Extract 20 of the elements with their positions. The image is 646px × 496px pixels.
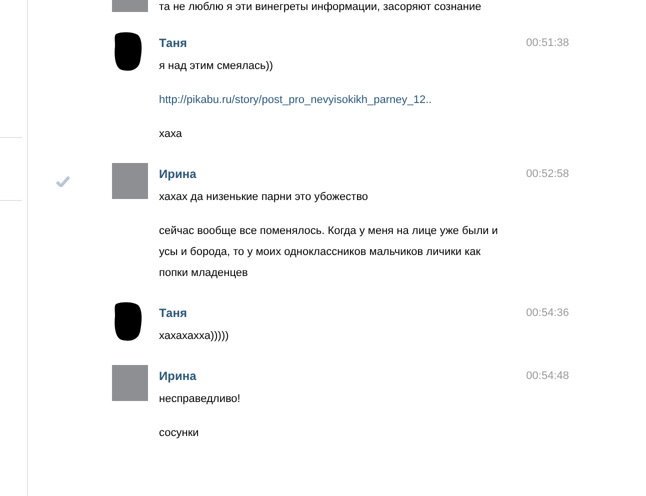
message-text: хахах да низенькие парни это убожество bbox=[159, 190, 370, 205]
message-time: 00:54:48 bbox=[526, 370, 569, 382]
message-time: 00:54:36 bbox=[526, 306, 569, 318]
message-text: сосунки bbox=[159, 426, 200, 441]
message-text: хахахахха))))) bbox=[159, 329, 230, 344]
author-name[interactable]: Ирина bbox=[159, 368, 196, 382]
avatar-photo bbox=[112, 365, 148, 401]
message-time: 00:52:58 bbox=[526, 168, 569, 180]
message-text: я над этим смеялась)) bbox=[159, 59, 274, 74]
message-text: несправедливо! bbox=[159, 392, 242, 407]
message-time: 00:51:38 bbox=[526, 36, 569, 48]
author-name[interactable]: Ирина bbox=[159, 166, 196, 180]
message-text: хаха bbox=[159, 127, 183, 142]
avatar-photo bbox=[112, 163, 148, 199]
checkmark-icon[interactable] bbox=[56, 176, 70, 186]
message-text: сейчас вообще все поменялось. Когда у меня на лице уже были и усы и борода, то у моих одноклассников мальчиков личики как попки младенцев bbox=[159, 224, 499, 281]
message-link[interactable]: http://pikabu.ru/story/post_pro_nevyisokikh_parney_12.. bbox=[159, 94, 432, 106]
author-name[interactable]: Таня bbox=[159, 36, 187, 50]
message-text: та не люблю я эти винегреты информации, засоряют сознание bbox=[159, 0, 482, 14]
author-name[interactable]: Таня bbox=[159, 306, 187, 320]
